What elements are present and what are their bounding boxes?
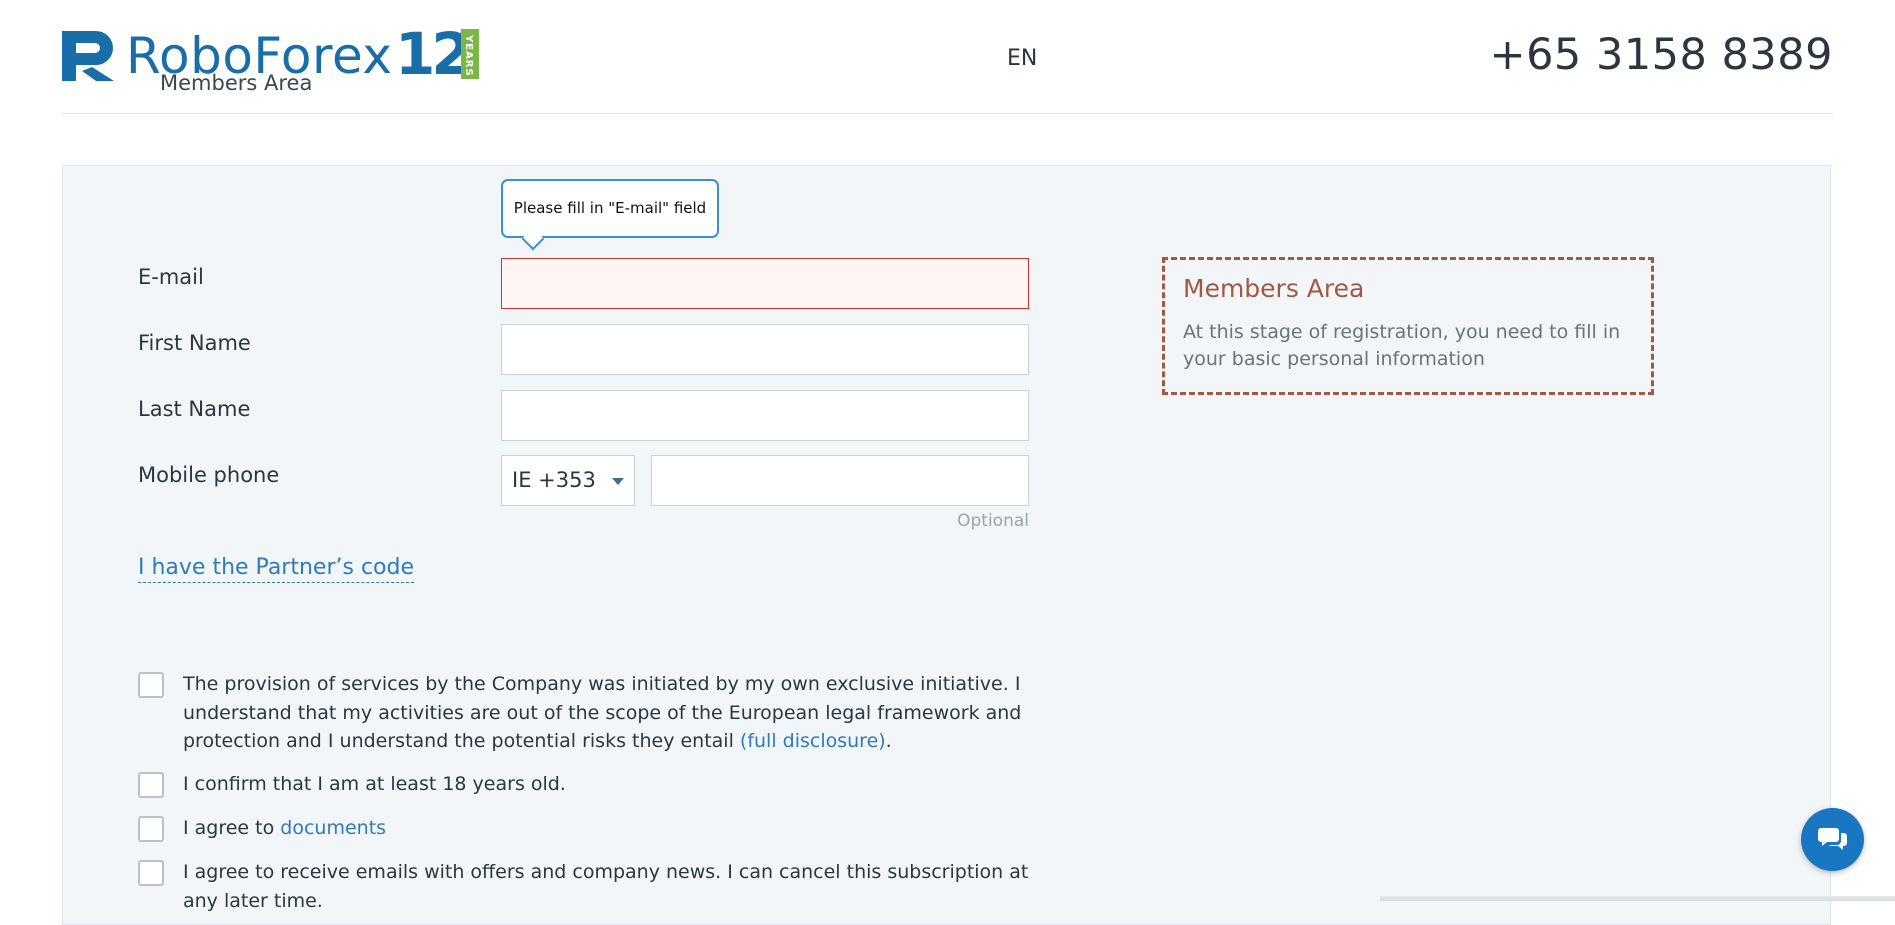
registration-panel: Please fill in "E-mail" field E-mail Fir… xyxy=(62,165,1831,925)
mobile-phone-field[interactable] xyxy=(651,455,1029,506)
documents-text: I agree to documents xyxy=(183,814,1043,843)
email-field[interactable] xyxy=(501,258,1029,309)
bottom-panel-edge xyxy=(1380,896,1895,901)
validation-tooltip: Please fill in "E-mail" field xyxy=(501,179,719,238)
phone-number[interactable]: +65 3158 8389 xyxy=(1490,30,1833,80)
email-label: E-mail xyxy=(138,265,204,289)
logo[interactable]: RoboForex 12 YEARS Members Area xyxy=(62,20,482,98)
documents-link[interactable]: documents xyxy=(280,817,386,839)
last-name-label: Last Name xyxy=(138,397,251,421)
last-name-field[interactable] xyxy=(501,390,1029,441)
initiative-text: The provision of services by the Company… xyxy=(183,670,1043,756)
logo-years-number: 12 xyxy=(395,20,472,88)
partner-code-link[interactable]: I have the Partner’s code xyxy=(138,554,415,583)
chat-bubbles-icon xyxy=(1818,828,1847,850)
emails-text: I agree to receive emails with offers an… xyxy=(183,861,1029,912)
optional-hint: Optional xyxy=(957,511,1029,531)
first-name-field[interactable] xyxy=(501,324,1029,375)
agree-text: I agree to xyxy=(183,817,281,839)
mobile-phone-label: Mobile phone xyxy=(138,463,280,487)
years-label: YEARS xyxy=(463,35,474,77)
emails-checkbox[interactable] xyxy=(138,860,164,886)
documents-checkbox[interactable] xyxy=(138,816,164,842)
members-area-info-box: Members Area At this stage of registrati… xyxy=(1162,257,1654,395)
language-selector[interactable]: EN xyxy=(1007,46,1037,71)
info-text: At this stage of registration, you need … xyxy=(1183,321,1621,370)
first-name-label: First Name xyxy=(138,331,251,355)
country-code-select[interactable]: IE +353 xyxy=(501,455,635,506)
logo-subtitle: Members Area xyxy=(160,71,313,95)
full-disclosure-link[interactable]: (full disclosure) xyxy=(740,730,886,752)
initiative-text-body: The provision of services by the Company… xyxy=(183,673,1022,752)
years-ribbon: YEARS xyxy=(461,29,479,79)
header: RoboForex 12 YEARS Members Area EN +65 3… xyxy=(62,0,1833,114)
initiative-text-end: . xyxy=(885,730,892,752)
age-checkbox[interactable] xyxy=(138,772,164,798)
chat-button[interactable] xyxy=(1801,808,1864,871)
initiative-checkbox[interactable] xyxy=(138,672,164,698)
age-text: I confirm that I am at least 18 years ol… xyxy=(183,773,566,795)
info-title: Members Area xyxy=(1183,274,1365,303)
caret-down-icon xyxy=(612,478,624,485)
roboforex-logo-icon xyxy=(62,31,114,81)
country-code-value: IE +353 xyxy=(512,468,596,492)
